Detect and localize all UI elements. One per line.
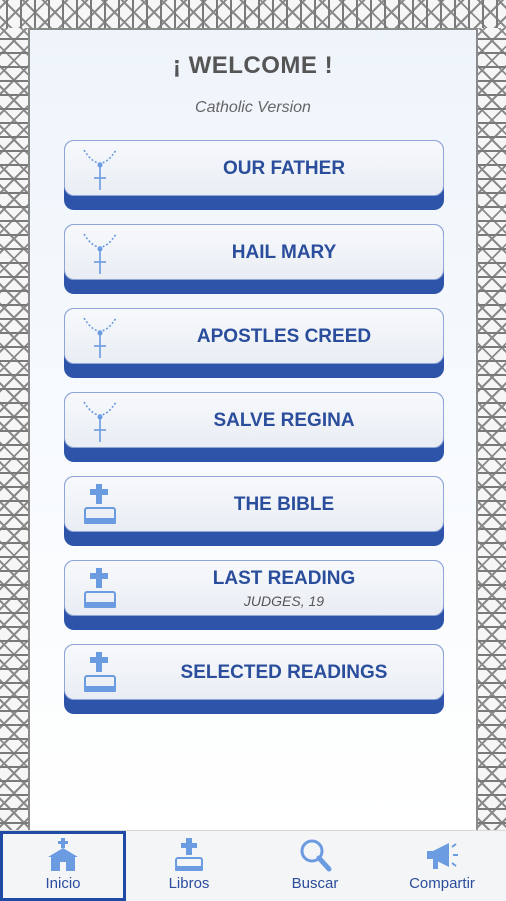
last-reading-detail: JUDGES, 19 <box>243 593 325 609</box>
apostles-creed-label: APOSTLES CREED <box>196 326 372 347</box>
page-title: ¡ WELCOME ! <box>172 52 334 79</box>
bible-icon <box>84 484 116 524</box>
hail-mary-label: HAIL MARY <box>231 242 337 263</box>
rosary-icon <box>83 317 117 358</box>
prayer-menu: OUR FATHER HAIL MARY APOSTLES CREED SALV… <box>64 140 444 728</box>
rosary-icon <box>83 233 117 274</box>
bible-icon <box>84 568 116 608</box>
nav-libros-label: Libros <box>168 875 210 892</box>
hail-mary-button[interactable]: HAIL MARY <box>64 224 444 294</box>
last-reading-label: LAST READING <box>212 568 356 589</box>
nav-inicio-label: Inicio <box>45 875 81 892</box>
decorative-border-right <box>476 28 506 830</box>
last-reading-button[interactable]: LAST READING JUDGES, 19 <box>64 560 444 630</box>
nav-compartir[interactable]: Compartir <box>378 831 506 901</box>
bible-icon <box>84 652 116 692</box>
the-bible-label: THE BIBLE <box>233 494 335 515</box>
salve-regina-label: SALVE REGINA <box>213 410 355 431</box>
our-father-label: OUR FATHER <box>222 158 346 179</box>
decorative-border-top <box>0 0 506 30</box>
selected-readings-button[interactable]: SELECTED READINGS <box>64 644 444 714</box>
salve-regina-button[interactable]: SALVE REGINA <box>64 392 444 462</box>
nav-inicio[interactable]: Inicio <box>0 831 126 901</box>
bible-icon <box>175 838 203 871</box>
nav-buscar-label: Buscar <box>291 875 339 892</box>
megaphone-icon <box>427 843 458 869</box>
apostles-creed-button[interactable]: APOSTLES CREED <box>64 308 444 378</box>
search-icon <box>300 839 332 872</box>
our-father-button[interactable]: OUR FATHER <box>64 140 444 210</box>
rosary-icon <box>83 149 117 190</box>
decorative-border-left <box>0 28 30 830</box>
nav-buscar[interactable]: Buscar <box>252 831 378 901</box>
selected-readings-label: SELECTED READINGS <box>180 662 388 683</box>
nav-compartir-label: Compartir <box>409 875 475 892</box>
church-icon <box>48 838 78 871</box>
nav-libros[interactable]: Libros <box>126 831 252 901</box>
page-subtitle: Catholic Version <box>195 99 311 116</box>
bottom-navigation: Inicio Libros Buscar Compartir <box>0 830 506 901</box>
rosary-icon <box>83 401 117 442</box>
the-bible-button[interactable]: THE BIBLE <box>64 476 444 546</box>
